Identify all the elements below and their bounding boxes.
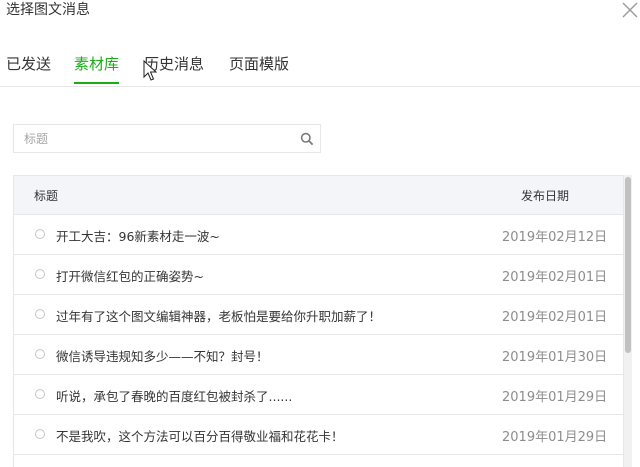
dialog-title: 选择图文消息 [6, 2, 90, 18]
scrollbar-thumb[interactable] [625, 177, 631, 353]
radio-unselected-icon[interactable] [35, 229, 45, 239]
column-header-date: 发布日期 [521, 189, 570, 203]
article-title: 微信诱导违规知多少——不知？封号！ [56, 349, 269, 364]
search-icon[interactable] [300, 132, 314, 146]
article-date: 2019年01月29日 [502, 430, 608, 445]
article-date: 2019年02月01日 [502, 310, 608, 325]
tab-bar: 已发送 素材库 历史消息 页面模版 [0, 52, 640, 87]
column-header-title: 标题 [34, 189, 59, 203]
radio-unselected-icon[interactable] [35, 309, 45, 319]
article-title: 听说，承包了春晚的百度红包被封杀了...... [56, 389, 293, 404]
article-title: 不是我吹，这个方法可以百分百得敬业福和花花卡！ [56, 429, 344, 444]
table-row[interactable]: 过年有了这个图文编辑神器，老板怕是要给你升职加薪了！ 2019年02月01日 [14, 295, 623, 335]
table-scrollbar[interactable] [624, 175, 632, 467]
search-input[interactable] [14, 125, 284, 152]
mouse-cursor-icon [143, 60, 157, 81]
table-row[interactable]: 微信诱导违规知多少——不知？封号！ 2019年01月30日 [14, 335, 623, 375]
tab-material-library[interactable]: 素材库 [74, 52, 120, 84]
close-button[interactable] [620, 0, 640, 20]
table-row[interactable]: 开工大吉：96新素材走一波~ 2019年02月12日 [14, 215, 623, 255]
article-date: 2019年02月12日 [502, 230, 608, 245]
article-title: 打开微信红包的正确姿势~ [56, 269, 204, 284]
search-box [13, 124, 321, 153]
table-header: 标题 发布日期 [14, 176, 623, 215]
article-date: 2019年01月29日 [502, 390, 608, 405]
radio-unselected-icon[interactable] [35, 269, 45, 279]
radio-unselected-icon[interactable] [35, 429, 45, 439]
article-title: 开工大吉：96新素材走一波~ [56, 229, 220, 244]
tab-page-templates[interactable]: 页面模版 [229, 52, 289, 84]
article-table: 标题 发布日期 开工大吉：96新素材走一波~ 2019年02月12日 打开微信红… [13, 175, 624, 467]
tab-sent[interactable]: 已发送 [6, 52, 51, 84]
article-date: 2019年02月01日 [502, 270, 608, 285]
radio-unselected-icon[interactable] [35, 389, 45, 399]
table-row[interactable]: 听说，承包了春晚的百度红包被封杀了...... 2019年01月29日 [14, 375, 623, 415]
table-row[interactable]: 打开微信红包的正确姿势~ 2019年02月01日 [14, 255, 623, 295]
close-icon [622, 2, 638, 18]
table-row[interactable]: 不是我吹，这个方法可以百分百得敬业福和花花卡！ 2019年01月29日 [14, 415, 623, 455]
radio-unselected-icon[interactable] [35, 349, 45, 359]
article-date: 2019年01月30日 [502, 350, 608, 365]
select-article-dialog: 选择图文消息 已发送 素材库 历史消息 页面模版 标题 发布日期 开工大吉：96… [0, 0, 640, 467]
article-title: 过年有了这个图文编辑神器，老板怕是要给你升职加薪了！ [56, 309, 382, 324]
